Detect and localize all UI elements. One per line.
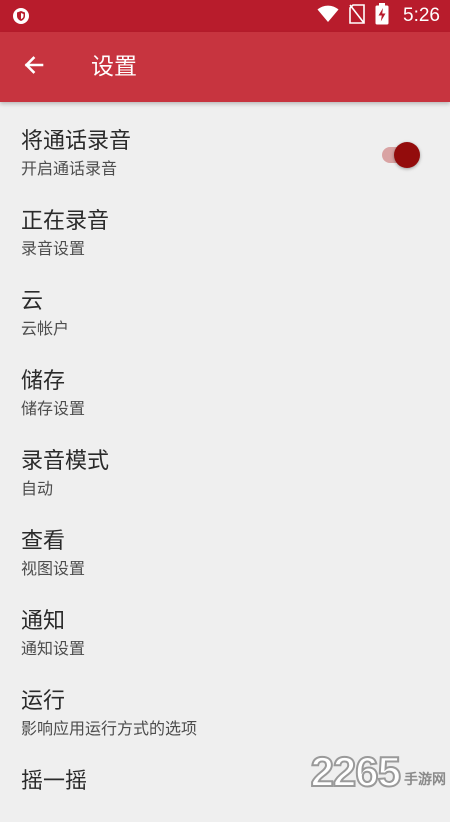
- setting-summary: 云帐户: [21, 319, 70, 338]
- shield-icon: [12, 7, 30, 25]
- setting-title: 储存: [21, 369, 66, 394]
- setting-summary: 通知设置: [21, 639, 86, 658]
- watermark-right: 手游网: [404, 772, 446, 788]
- setting-title: 摇一摇: [21, 769, 88, 794]
- setting-title: 正在录音: [21, 209, 110, 234]
- setting-cloud[interactable]: 云 云帐户: [0, 262, 450, 342]
- settings-list: 将通话录音 开启通话录音 正在录音 录音设置 云 云帐户 储存 储存设置 录音模…: [0, 102, 450, 822]
- setting-run[interactable]: 运行 影响应用运行方式的选项: [0, 662, 450, 742]
- watermark-text: 手游网: [404, 772, 446, 788]
- watermark-number: 2265: [310, 748, 402, 795]
- setting-summary: 影响应用运行方式的选项: [21, 719, 198, 738]
- setting-title: 云: [21, 289, 44, 314]
- app-bar: 设置: [0, 32, 450, 102]
- setting-recording[interactable]: 正在录音 录音设置: [0, 182, 450, 262]
- setting-title: 录音模式: [21, 449, 110, 474]
- call-recording-toggle[interactable]: [380, 142, 420, 168]
- setting-view[interactable]: 查看 视图设置: [0, 502, 450, 582]
- setting-title: 通知: [21, 609, 66, 634]
- setting-recording-mode[interactable]: 录音模式 自动: [0, 422, 450, 502]
- status-bar: 5:26: [0, 0, 450, 32]
- setting-call-recording[interactable]: 将通话录音 开启通话录音: [0, 102, 450, 182]
- setting-title: 运行: [21, 689, 66, 714]
- setting-storage[interactable]: 储存 储存设置: [0, 342, 450, 422]
- setting-summary: 录音设置: [21, 239, 86, 258]
- wifi-icon: [317, 5, 339, 27]
- setting-notifications[interactable]: 通知 通知设置: [0, 582, 450, 662]
- back-button[interactable]: [16, 49, 52, 85]
- setting-summary: 自动: [21, 479, 54, 498]
- setting-summary: 开启通话录音: [21, 159, 118, 178]
- no-sim-icon: [349, 4, 365, 28]
- watermark-logo: 2265 手游网: [310, 742, 446, 795]
- page-title: 设置: [91, 54, 137, 80]
- arrow-left-icon: [22, 53, 46, 81]
- toggle-thumb: [394, 142, 420, 168]
- setting-summary: 视图设置: [21, 559, 86, 578]
- battery-charging-icon: [375, 3, 389, 29]
- setting-title: 查看: [21, 529, 66, 554]
- setting-summary: 储存设置: [21, 399, 86, 418]
- status-time: 5:26: [403, 5, 440, 26]
- setting-title: 将通话录音: [21, 129, 132, 154]
